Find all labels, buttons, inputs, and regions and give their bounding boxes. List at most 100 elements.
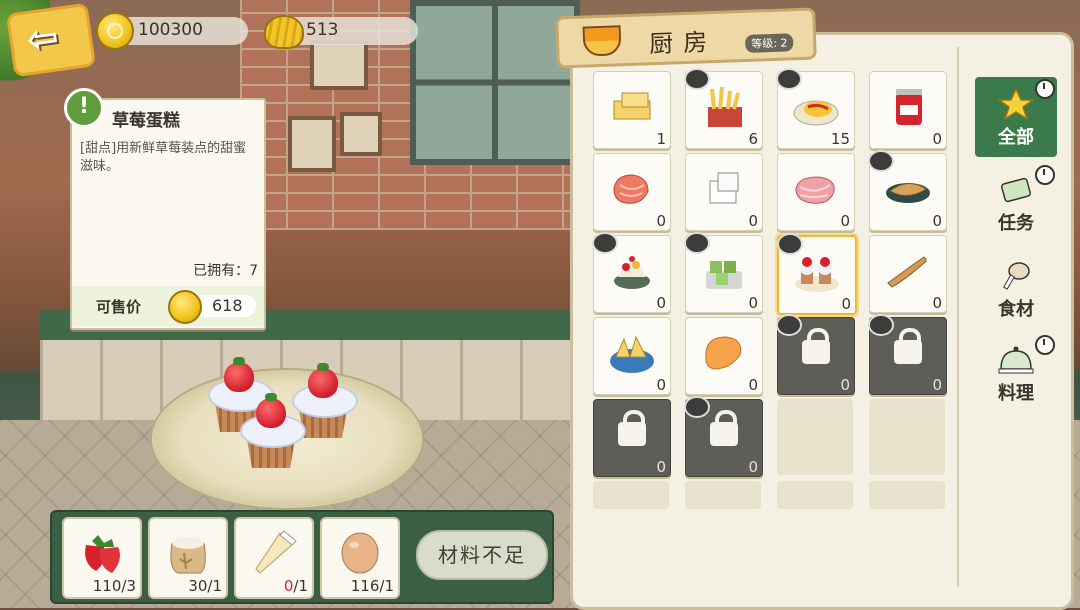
ingredient-count: 30/1 [188,577,222,595]
item-count: 0 [840,376,850,394]
item-count: 0 [656,376,666,394]
gold-amount: 100300 [138,20,203,40]
ingredient-flour[interactable]: 30/1 [148,517,228,599]
clock-icon [1035,335,1055,355]
inventory-slot-dried-fish[interactable]: 0 [869,235,947,313]
back-arrow-icon: ⇦ [23,14,62,63]
cooking-pot-icon [684,232,710,254]
inventory-slot-raw-meat[interactable]: 0 [777,153,855,231]
ingredient-count: 110/3 [92,577,136,595]
inventory-slot-locked-dish[interactable]: 0 [776,314,855,395]
tab-all[interactable]: 全部 [975,77,1057,157]
ingredient-need: /1 [293,577,308,595]
inventory-slot-strawberry-cake[interactable]: 0 [777,233,857,315]
back-button[interactable]: ⇦ [5,2,97,78]
craft-button[interactable]: 材料不足 [416,530,548,580]
inventory-slot-omelette-rice[interactable]: 15 [776,68,855,149]
scroll-icon [1001,177,1031,203]
cooking-pot-icon [592,232,618,254]
item-count: 0 [748,458,758,476]
kitchen-title-tag: 厨房 等级: 2 [555,7,817,69]
flour-sack-icon [170,537,206,574]
owned-count: 已拥有：7 [193,260,258,280]
panel-divider [957,47,959,587]
item-count: 15 [830,130,850,148]
inventory-slot-salmon-steak[interactable]: 0 [593,153,671,231]
inventory-slot-locked-dish[interactable]: 0 [593,399,671,477]
tab-cuisine[interactable]: 料理 [975,333,1057,413]
tab-ingredients[interactable]: 食材 [975,249,1057,329]
inventory-slot-fries[interactable]: 6 [684,68,763,149]
inventory-grid: 1 6 15 0 0 0 0 0 0 0 0 0 0 0 0 0 0 0 [585,65,955,545]
kitchen-level: 等级: 2 [744,33,794,53]
cooking-pot-icon [868,150,894,172]
item-count: 6 [748,130,758,148]
kitchen-title: 厨房 [648,27,718,59]
raw-meat-icon [795,176,835,204]
owned-value: 7 [249,263,258,279]
inventory-slot-green-rice-cakes[interactable]: 0 [684,232,763,313]
item-count: 0 [748,212,758,230]
empty-slot [777,399,853,475]
cooking-pot-icon [684,68,710,90]
item-info-card: ! 草莓蛋糕 [甜点]用新鲜草莓装点的甜蜜滋味。 已拥有：7 可售价 618 [64,88,266,330]
grilled-fish-icon [886,183,930,203]
clock-icon [1035,79,1055,99]
jam-jar-icon [896,89,922,125]
cooking-pot-icon [684,396,710,418]
item-count: 0 [748,294,758,312]
salmon-steak-icon [613,174,649,204]
tab-label: 全部 [998,127,1034,148]
inventory-slot-sliced-fruit-bowl[interactable]: 0 [593,317,671,395]
item-count: 0 [656,294,666,312]
strawberry-icon [85,535,120,573]
fruit-shaved-ice-icon [614,256,650,289]
wall-picture [310,40,368,90]
gold-coin-icon [168,290,202,324]
item-count: 0 [656,212,666,230]
cooking-pot-icon [868,314,894,336]
ingredient-egg[interactable]: 116/1 [320,517,400,599]
shell-currency: 513 [264,15,418,49]
inventory-slot-grilled-fish[interactable]: 0 [868,150,947,231]
cooking-pot-icon [776,314,802,336]
item-count: 0 [656,458,666,476]
tofu-icon [709,172,739,204]
orange-slice-icon [705,336,742,370]
orange-slice-icon [582,25,622,57]
tab-task[interactable]: 任务 [975,163,1057,243]
star-icon [997,87,1035,121]
cooking-pot-icon [776,68,802,90]
category-tabs: 全部 任务 食材 料理 [965,35,1069,601]
dried-fish-icon [887,256,927,288]
empty-slot [869,481,945,509]
omelette-rice-icon [793,100,839,126]
cloche-icon [998,346,1034,374]
item-count: 0 [932,212,942,230]
sliced-fruit-bowl-icon [610,335,654,373]
ingredient-cream[interactable]: 0/1 [234,517,314,599]
shell-icon [264,15,304,49]
inventory-slot-tofu[interactable]: 0 [685,153,763,231]
item-count: 0 [841,295,851,313]
ingredient-strawberry[interactable]: 110/3 [62,517,142,599]
inventory-slot-orange-slice[interactable]: 0 [685,317,763,395]
tab-label: 任务 [998,213,1034,234]
gold-coin-icon [96,12,134,50]
fries-icon [708,86,742,127]
ingredient-bar: 110/3 30/1 0/1 116/1 材料不足 [50,510,554,604]
inventory-slot-jam-jar[interactable]: 0 [869,71,947,149]
inventory-slot-fruit-shaved-ice[interactable]: 0 [592,232,671,313]
wall-picture [288,116,336,172]
inventory-slot-butter[interactable]: 1 [593,71,671,149]
piping-bag-icon [255,530,297,574]
tab-label: 食材 [998,299,1034,320]
inventory-slot-locked-dish[interactable]: 0 [868,314,947,395]
item-count: 0 [932,130,942,148]
ingredient-count: 0/1 [284,577,308,595]
wall-picture [340,112,382,156]
green-rice-cakes-icon [706,261,742,289]
ingredient-count: 116/1 [350,577,394,595]
inventory-slot-locked-dish[interactable]: 0 [684,396,763,477]
ingredient-have: 0 [283,577,294,595]
